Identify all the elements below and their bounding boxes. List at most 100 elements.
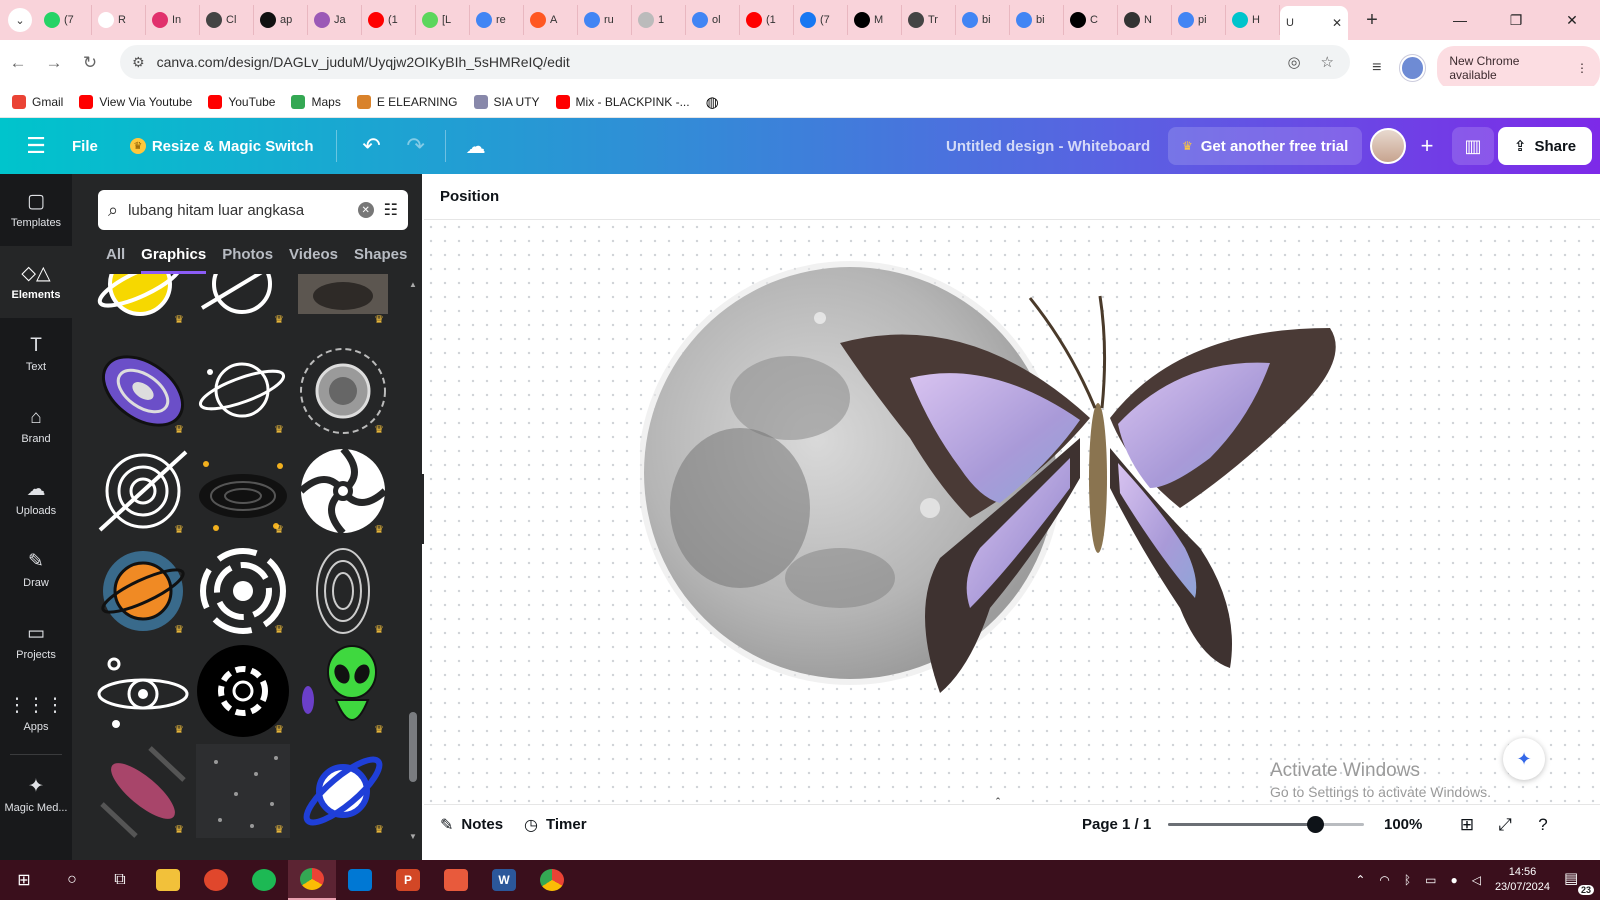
tab-search-chevron-icon[interactable]: ⌄ — [8, 8, 32, 32]
browser-tab[interactable]: (1 — [362, 5, 416, 35]
help-icon[interactable]: ? — [1530, 815, 1556, 835]
volume-icon[interactable]: ◁ — [1472, 873, 1481, 887]
word-icon[interactable]: W — [480, 860, 528, 900]
fullscreen-icon[interactable]: ⤢ — [1492, 815, 1518, 835]
rail-item-elements[interactable]: ◇△ Elements — [0, 246, 72, 318]
back-icon[interactable]: ← — [0, 53, 36, 73]
insights-chart-icon[interactable]: ▥ — [1452, 127, 1494, 165]
browser-tab[interactable]: bi — [956, 5, 1010, 35]
bookmark-item[interactable]: E ELEARNING — [356, 94, 458, 109]
new-chrome-button[interactable]: New Chrome available ⋮ — [1437, 46, 1600, 90]
design-title[interactable]: Untitled design - Whiteboard — [946, 138, 1150, 155]
url-text[interactable]: canva.com/design/DAGLv_juduM/Uyqjw2OIKyB… — [157, 54, 570, 70]
store-icon[interactable] — [336, 860, 384, 900]
minimize-icon[interactable]: — — [1432, 0, 1488, 40]
eye-off-icon[interactable]: ◎ — [1287, 53, 1300, 71]
battery-icon[interactable]: ▭ — [1425, 873, 1436, 887]
file-menu-button[interactable]: File — [72, 138, 98, 155]
graphic-tile-swirl-planet[interactable]: ♛ — [96, 444, 190, 538]
browser-tab[interactable]: C — [1064, 5, 1118, 35]
chrome-icon[interactable] — [288, 860, 336, 900]
bookmark-item[interactable]: YouTube — [208, 94, 275, 109]
magic-assistant-icon[interactable]: ✦ — [1503, 738, 1545, 780]
scroll-thumb[interactable] — [409, 712, 417, 782]
graphic-tile-blue-planet[interactable]: ♛ — [296, 744, 390, 838]
new-tab-button[interactable]: + — [1358, 9, 1386, 32]
browser-tab[interactable]: bi — [1010, 5, 1064, 35]
position-button[interactable]: Position — [440, 188, 499, 205]
powerpoint-icon[interactable]: P — [384, 860, 432, 900]
spotify-tray-icon[interactable]: ● — [1450, 873, 1457, 887]
bookmark-item[interactable]: Gmail — [12, 94, 63, 109]
graphic-tile-ringed-planet[interactable]: ♛ — [196, 344, 290, 438]
graphic-tile-orange-planet[interactable]: ♛ — [96, 544, 190, 638]
zoom-slider[interactable] — [1168, 816, 1364, 833]
globe-icon[interactable]: ◍ — [706, 93, 719, 111]
share-button[interactable]: ⇪ Share — [1498, 127, 1592, 165]
browser-tab[interactable]: [L — [416, 5, 470, 35]
kebab-menu-icon[interactable]: ⋮ — [1576, 61, 1588, 75]
browser-tab[interactable]: ol — [686, 5, 740, 35]
close-tab-icon[interactable]: ✕ — [1332, 16, 1342, 30]
task-view-icon[interactable]: ⧉ — [96, 860, 144, 900]
bookmark-item[interactable]: View Via Youtube — [79, 94, 192, 109]
browser-tab[interactable]: (7 — [38, 5, 92, 35]
omnibox[interactable]: ⚙ canva.com/design/DAGLv_juduM/Uyqjw2OIK… — [120, 45, 1350, 79]
clear-search-icon[interactable]: ✕ — [357, 202, 374, 218]
profile-avatar[interactable] — [1399, 55, 1426, 81]
rail-item-draw[interactable]: ✎ Draw — [0, 534, 72, 606]
browser-tab[interactable]: re — [470, 5, 524, 35]
timer-button[interactable]: ◷ Timer — [524, 815, 587, 835]
hamburger-menu-icon[interactable]: ☰ — [0, 133, 72, 159]
page-indicator[interactable]: Page 1 / 1 — [1082, 816, 1151, 833]
graphic-tile-black-gear-hole[interactable]: ♛ — [196, 644, 290, 738]
bookmark-star-icon[interactable]: ☆ — [1321, 53, 1334, 71]
rail-item-projects[interactable]: ▭ Projects — [0, 606, 72, 678]
graphic-tile-white-vortex[interactable]: ♛ — [196, 544, 290, 638]
add-collaborator-icon[interactable]: + — [1410, 129, 1444, 163]
zoom-slider-knob[interactable] — [1307, 816, 1324, 833]
browser-tab[interactable]: Cl — [200, 5, 254, 35]
notes-button[interactable]: ✎ Notes — [440, 815, 503, 835]
user-avatar[interactable] — [1370, 128, 1406, 164]
panel-tab-photos[interactable]: Photos — [222, 246, 273, 274]
browser-tab[interactable]: (1 — [740, 5, 794, 35]
restore-icon[interactable]: ❐ — [1488, 0, 1544, 40]
graphic-tile-outline-planet[interactable]: ♛ — [196, 274, 290, 328]
graphic-tile-purple-vortex[interactable]: ♛ — [96, 344, 190, 438]
forward-icon[interactable]: → — [36, 53, 72, 73]
reload-icon[interactable]: ↻ — [72, 53, 108, 73]
ice-app-icon[interactable] — [432, 860, 480, 900]
wifi-icon[interactable]: ◠ — [1379, 873, 1389, 887]
close-window-icon[interactable]: ✕ — [1544, 0, 1600, 40]
browser-tab[interactable]: 1 — [632, 5, 686, 35]
graphic-tile-yellow-planet[interactable]: ♛ — [96, 274, 190, 328]
browser-tab[interactable]: R — [92, 5, 146, 35]
panel-tab-videos[interactable]: Videos — [289, 246, 338, 274]
browser-tab-active[interactable]: U ✕ — [1280, 6, 1348, 40]
scroll-up-icon[interactable]: ▲ — [408, 280, 418, 289]
bookmark-item[interactable]: Mix - BLACKPINK -... — [555, 94, 690, 109]
graphic-tile-line-portal[interactable]: ♛ — [296, 544, 390, 638]
graphic-tile-pink-comet[interactable]: ♛ — [96, 744, 190, 838]
graphic-tile-green-alien[interactable]: ♛ — [296, 644, 390, 738]
grid-view-icon[interactable]: ⊞ — [1454, 815, 1480, 835]
rail-item-apps[interactable]: ⋮⋮⋮ Apps — [0, 678, 72, 750]
browser-tab[interactable]: (7 — [794, 5, 848, 35]
tray-chevron-icon[interactable]: ⌃ — [1355, 873, 1365, 887]
chrome-profile-icon[interactable] — [528, 860, 576, 900]
graphic-tile-grey-hole[interactable]: ♛ — [296, 344, 390, 438]
clock[interactable]: 14:56 23/07/2024 — [1495, 865, 1550, 895]
browser-tab[interactable]: M — [848, 5, 902, 35]
graphic-tile-black-hole-rings[interactable]: ♛ — [196, 444, 290, 538]
browser-tab[interactable]: In — [146, 5, 200, 35]
browser-tab[interactable]: N — [1118, 5, 1172, 35]
panel-tab-shapes[interactable]: Shapes — [354, 246, 407, 274]
cloud-saved-icon[interactable]: ☁ — [444, 130, 486, 162]
design-artwork[interactable] — [640, 248, 1360, 718]
redo-icon[interactable]: ↷ — [401, 133, 431, 159]
media-control-icon[interactable]: ≡ — [1366, 59, 1388, 77]
browser-tab[interactable]: Ja — [308, 5, 362, 35]
browser-tab[interactable]: pi — [1172, 5, 1226, 35]
windows-start-icon[interactable]: ⊞ — [0, 860, 48, 900]
